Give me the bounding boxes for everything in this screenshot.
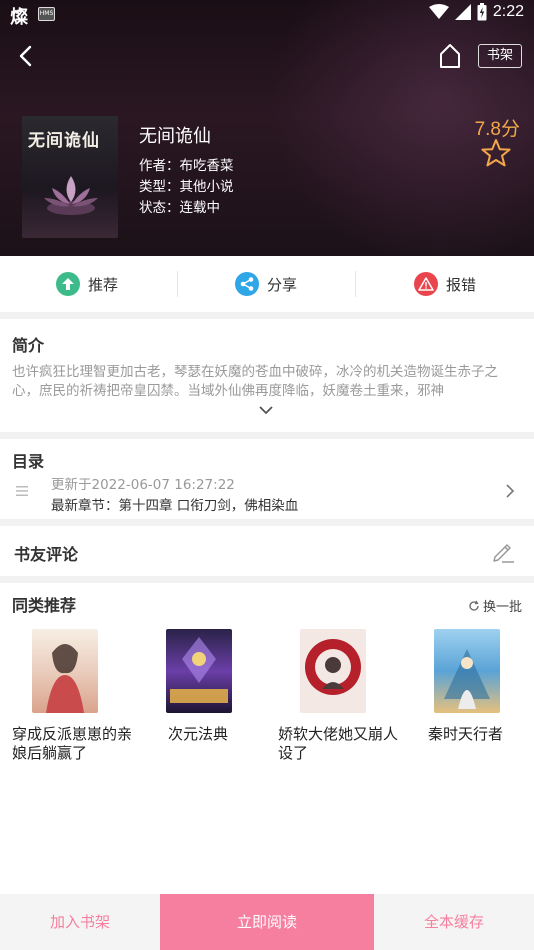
cover-art	[444, 649, 490, 709]
divider	[355, 271, 356, 297]
intro-section[interactable]: 简介 也许疯狂比理智更加古老，琴瑟在妖魔的苍血中破碎，冰冷的机关造物诞生赤子之心…	[0, 319, 534, 432]
book-status: 状态：连载中	[139, 200, 220, 216]
signal-icon	[454, 4, 471, 20]
chevron-right-icon[interactable]	[505, 483, 515, 499]
add-to-shelf-button[interactable]: 加入书架	[0, 894, 160, 950]
book-cover: 无间诡仙	[22, 116, 118, 238]
toc-updated: 更新于2022-06-07 16:27:22	[51, 477, 235, 493]
book-header: 燦 HMS 2:22 书架 无间诡仙 无间诡仙 作者：布吃香菜 类型：其他小说 …	[0, 0, 534, 256]
status-bar: 燦 HMS 2:22	[0, 0, 534, 28]
report-label: 报错	[446, 275, 477, 294]
similar-book-title: 娇软大佬她又崩人设了	[278, 725, 399, 762]
book-title: 无间诡仙	[139, 126, 211, 147]
reviews-title: 书友评论	[14, 545, 79, 564]
book-score: 7.8分	[474, 119, 520, 140]
lotus-illustration	[44, 176, 98, 215]
favorite-star-icon[interactable]	[480, 138, 512, 168]
edit-icon[interactable]	[490, 538, 516, 564]
book-category: 类型：其他小说	[139, 179, 234, 195]
cover-art	[46, 644, 84, 713]
action-row: 推荐 分享 报错	[0, 256, 534, 312]
wifi-icon	[428, 4, 449, 19]
read-now-button[interactable]: 立即阅读	[160, 894, 374, 950]
status-app-icon: 燦	[10, 7, 28, 28]
cache-all-button[interactable]: 全本缓存	[374, 894, 534, 950]
bookshelf-button[interactable]: 书架	[478, 44, 522, 68]
divider	[177, 271, 178, 297]
similar-book-title: 秦时天行者	[428, 725, 504, 743]
similar-book-title: 次元法典	[168, 725, 229, 743]
hms-badge: HMS	[38, 7, 55, 21]
cover-title: 无间诡仙	[28, 131, 100, 151]
home-icon[interactable]	[438, 43, 462, 69]
book-cover	[434, 629, 500, 713]
thumbs-up-icon	[56, 272, 80, 296]
similar-section: 同类推荐 换一批 穿成反派崽崽的亲娘后躺赢了 次元法典 娇软大佬她又崩人设了 秦…	[0, 583, 534, 894]
book-cover	[166, 629, 232, 713]
similar-title: 同类推荐	[12, 596, 77, 615]
share-icon	[235, 272, 259, 296]
recommend-button[interactable]: 推荐	[56, 256, 118, 312]
similar-book-title: 穿成反派崽崽的亲娘后躺赢了	[12, 725, 133, 762]
intro-text: 也许疯狂比理智更加古老，琴瑟在妖魔的苍血中破碎，冰冷的机关造物诞生赤子之心，庶民…	[12, 364, 498, 399]
cover-art	[170, 637, 228, 703]
toc-title: 目录	[12, 452, 45, 471]
share-label: 分享	[267, 275, 298, 294]
refresh-button[interactable]: 换一批	[468, 596, 522, 615]
chevron-down-icon[interactable]	[258, 405, 274, 415]
list-icon	[16, 486, 28, 496]
share-button[interactable]: 分享	[235, 256, 297, 312]
toc-section[interactable]: 目录 更新于2022-06-07 16:27:22 最新章节：第十四章 口衔刀剑…	[0, 439, 534, 519]
reviews-section[interactable]: 书友评论	[0, 526, 534, 576]
toc-latest-chapter[interactable]: 最新章节：第十四章 口衔刀剑，佛相染血	[51, 494, 298, 514]
book-cover	[32, 629, 98, 713]
book-cover	[300, 629, 366, 713]
refresh-label: 换一批	[482, 600, 522, 615]
book-author: 作者：布吃香菜	[139, 158, 234, 174]
status-time: 2:22	[492, 3, 524, 20]
bottom-bar: 加入书架 立即阅读 全本缓存	[0, 894, 534, 950]
cover-art	[305, 639, 361, 695]
battery-icon	[477, 3, 487, 21]
report-button[interactable]: 报错	[414, 256, 476, 312]
warning-icon	[414, 272, 438, 296]
intro-title: 简介	[12, 336, 45, 355]
back-icon[interactable]	[14, 44, 38, 68]
refresh-icon	[469, 600, 479, 611]
recommend-label: 推荐	[88, 275, 119, 294]
